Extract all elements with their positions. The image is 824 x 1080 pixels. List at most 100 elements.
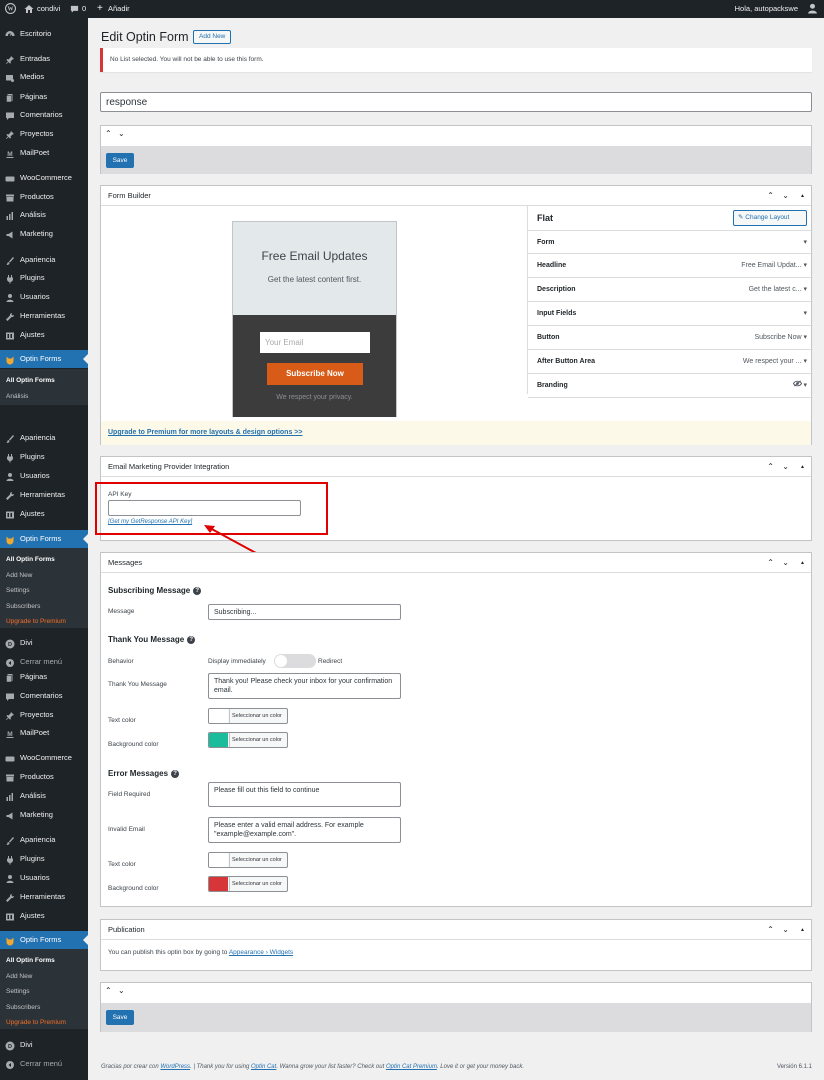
help-icon[interactable]: ? [171,769,180,778]
widgets-link[interactable]: Appearance › Widgets [229,949,293,956]
menu-item-herramientas[interactable]: Herramientas [0,486,88,504]
menu-item-comentarios[interactable]: Comentarios [0,687,88,705]
move-up-icon[interactable]: ⌃ [767,553,774,573]
property-row-branding[interactable]: Branding ▾ [528,374,813,398]
save-button[interactable]: Save [106,1010,134,1025]
menu-item-apariencia[interactable]: Apariencia [0,831,88,849]
wordpress-logo-icon[interactable]: W [5,0,16,18]
ty-bg-color-picker[interactable]: Seleccionar un color [208,732,288,748]
toggle-panel-icon[interactable]: ▲ [800,186,805,206]
toggle-panel-icon[interactable]: ▲ [800,457,805,477]
collapse-up-icon[interactable]: ⌃ [105,129,112,138]
change-layout-button[interactable]: ✎ Change Layout [733,210,807,226]
property-row-form[interactable]: Form ▾ [528,230,813,254]
submenu-item-add-new[interactable]: Add New [6,969,32,984]
collapse-down-icon[interactable]: ⌄ [118,129,125,138]
message-input[interactable]: Subscribing... [208,604,401,620]
move-down-icon[interactable]: ⌄ [782,553,789,573]
optin-cat-premium-link[interactable]: Optin Cat Premium [386,1064,437,1070]
property-row-description[interactable]: Description Get the latest c... ▾ [528,278,813,302]
optin-cat-link[interactable]: Optin Cat [251,1064,276,1070]
submenu-item-all-optin-forms[interactable]: All Optin Forms [6,953,55,968]
help-icon[interactable]: ? [193,586,202,595]
menu-item-apariencia[interactable]: Apariencia [0,429,88,447]
menu-item-marketing[interactable]: Marketing [0,225,88,243]
menu-item-ajustes[interactable]: Ajustes [0,505,88,523]
collapse-up-icon[interactable]: ⌃ [105,986,112,995]
submenu-item-upgrade-to-premium[interactable]: Upgrade to Premium [6,614,66,628]
menu-item-optin-forms[interactable]: Optin Forms [0,350,88,368]
help-icon[interactable]: ? [187,635,196,644]
submenu-item-subscribers[interactable]: Subscribers [6,599,40,614]
property-row-button[interactable]: Button Subscribe Now ▾ [528,326,813,350]
thankyou-message-textarea[interactable]: Thank you! Please check your inbox for y… [208,673,401,699]
behavior-toggle[interactable] [274,654,316,668]
err-bg-color-picker[interactable]: Seleccionar un color [208,876,288,892]
add-new-button[interactable]: Add New [193,30,232,44]
save-button[interactable]: Save [106,153,134,168]
submenu-item-all-optin-forms[interactable]: All Optin Forms [6,552,55,567]
toggle-panel-icon[interactable]: ▲ [800,920,805,940]
comments-count[interactable]: 0 [82,0,86,18]
submenu-item-subscribers[interactable]: Subscribers [6,1000,40,1015]
greeting[interactable]: Hola, autopackswe [735,0,798,18]
collapse-down-icon[interactable]: ⌄ [118,986,125,995]
avatar[interactable] [807,0,818,18]
menu-item-ajustes[interactable]: Ajustes [0,907,88,925]
menu-item-optin-forms[interactable]: Optin Forms [0,931,88,949]
wordpress-link[interactable]: WordPress [160,1064,190,1070]
menu-item-productos[interactable]: Productos [0,768,88,786]
submenu-item-add-new[interactable]: Add New [6,568,32,583]
menu-item-escritorio[interactable]: Escritorio [0,25,88,43]
submenu-item-settings[interactable]: Settings [6,583,30,598]
menu-item-usuarios[interactable]: Usuarios [0,467,88,485]
menu-item-woocommerce[interactable]: WooCommerce [0,749,88,767]
comments-icon[interactable] [70,0,79,18]
property-row-input-fields[interactable]: Input Fields ▾ [528,302,813,326]
menu-item-mailpoet[interactable]: M MailPoet [0,724,88,742]
menu-item-herramientas[interactable]: Herramientas [0,307,88,325]
err-text-color-picker[interactable]: Seleccionar un color [208,852,288,868]
plus-icon[interactable]: + [97,0,103,18]
menu-item-proyectos[interactable]: Proyectos [0,706,88,724]
menu-item-páginas[interactable]: Páginas [0,668,88,686]
menu-item-ajustes[interactable]: Ajustes [0,326,88,344]
submenu-item-marketing[interactable]: Marketing [6,404,35,405]
move-down-icon[interactable]: ⌄ [782,186,789,206]
property-row-headline[interactable]: Headline Free Email Updat... ▾ [528,254,813,278]
field-required-textarea[interactable]: Please fill out this field to continue [208,782,401,807]
new-content-link[interactable]: Añadir [108,0,130,18]
menu-item-análisis[interactable]: Análisis [0,206,88,224]
menu-item-comentarios[interactable]: Comentarios [0,106,88,124]
menu-item-medios[interactable]: Medios [0,68,88,86]
move-down-icon[interactable]: ⌄ [782,920,789,940]
menu-item-productos[interactable]: Productos [0,188,88,206]
submenu-item-settings[interactable]: Settings [6,984,30,999]
menu-item-mailpoet[interactable]: M MailPoet [0,144,88,162]
menu-item-usuarios[interactable]: Usuarios [0,288,88,306]
menu-item-herramientas[interactable]: Herramientas [0,888,88,906]
menu-item-woocommerce[interactable]: WooCommerce [0,169,88,187]
move-up-icon[interactable]: ⌃ [767,186,774,206]
submenu-item-an-lisis[interactable]: Análisis [6,389,28,404]
home-icon[interactable] [24,0,34,18]
form-name-input[interactable]: response [100,92,812,112]
move-down-icon[interactable]: ⌄ [782,457,789,477]
menu-item-optin-forms[interactable]: Optin Forms [0,530,88,548]
menu-item-plugins[interactable]: Plugins [0,850,88,868]
menu-item-divi[interactable]: D Divi [0,1036,88,1054]
menu-item-plugins[interactable]: Plugins [0,448,88,466]
submenu-item-upgrade-to-premium[interactable]: Upgrade to Premium [6,1015,66,1029]
menu-item-apariencia[interactable]: Apariencia [0,251,88,269]
submenu-item-all-optin-forms[interactable]: All Optin Forms [6,373,55,388]
ty-text-color-picker[interactable]: Seleccionar un color [208,708,288,724]
move-up-icon[interactable]: ⌃ [767,457,774,477]
toggle-panel-icon[interactable]: ▲ [800,553,805,573]
move-up-icon[interactable]: ⌃ [767,920,774,940]
menu-item-páginas[interactable]: Páginas [0,88,88,106]
property-row-after-button-area[interactable]: After Button Area We respect your ... ▾ [528,350,813,374]
invalid-email-textarea[interactable]: Please enter a valid email address. For … [208,817,401,843]
upgrade-link[interactable]: Upgrade to Premium for more layouts & de… [108,421,302,445]
menu-item-análisis[interactable]: Análisis [0,787,88,805]
menu-item-proyectos[interactable]: Proyectos [0,125,88,143]
